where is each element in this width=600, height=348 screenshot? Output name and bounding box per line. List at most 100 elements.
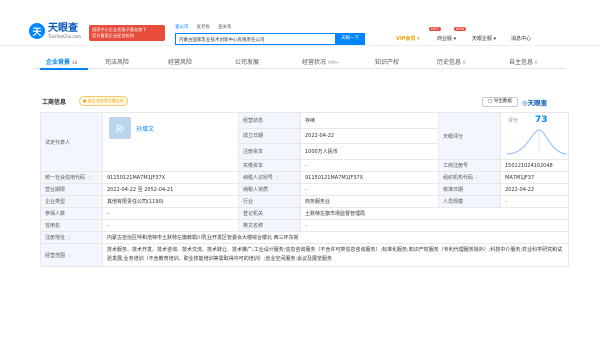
score-curve-icon <box>507 129 567 155</box>
tab-label: 知识产权 <box>375 59 400 66</box>
approval-date-value: 2022-04-22 <box>500 183 569 196</box>
official-badge[interactable]: 国家中小企业发展子基金旗下 官方备案企业征信机构 <box>89 25 165 41</box>
outdated-info-tag[interactable]: ● 该企业信息可能过时 <box>79 96 128 106</box>
tab-label: 公司发展 <box>235 59 260 66</box>
search-tab-relation[interactable]: 查关系 <box>218 24 232 30</box>
legal-rep-label: 法定代表人 <box>40 112 103 172</box>
tab-label: 历史信息 <box>437 59 462 66</box>
est-date-label: 成立日期 <box>238 127 301 145</box>
status-value: 存续 <box>300 112 439 129</box>
term-value: 2022-04-22 至 2052-04-21 <box>102 183 239 196</box>
tab-label: 企业背景 <box>46 59 71 66</box>
staff-value: - <box>500 195 569 208</box>
company-type-value: 其他有限责任公司(1190) <box>102 195 239 208</box>
active-tab-indicator <box>40 68 88 70</box>
score-value: 73 <box>535 115 548 125</box>
logo-mark-icon: 天 <box>29 23 45 39</box>
term-label: 营业期限 <box>40 183 103 196</box>
reg-capital-label: 注册资本 <box>238 143 301 160</box>
section-tabs: 企业背景 16 司法风险 经营风险 公司发展 经营状况 999+ 知识产权 历史信息… <box>34 53 566 69</box>
approval-date-label: 核准日期 <box>438 183 501 196</box>
insured-value: - <box>102 207 239 220</box>
help-icon[interactable]: ⓘ <box>475 175 479 180</box>
help-icon[interactable]: ⓘ <box>67 253 71 258</box>
address-label-text: 注册地址 <box>45 235 66 241</box>
logo-url: TianYanCha.com <box>48 34 81 39</box>
scope-value: 技术服务、技术开发、技术咨询、技术交流、技术转让、技术推广;工业设计服务;信息咨… <box>102 243 569 267</box>
taxpayer-id-value: 91150121MA7M1JF37X <box>300 171 439 184</box>
org-code-label-text: 组织机构代码 <box>443 175 474 181</box>
tab-count: 999+ <box>328 60 340 65</box>
industry-value: 商务服务业 <box>300 195 439 208</box>
tab-operation-status[interactable]: 经营状况 999+ <box>302 57 339 66</box>
tab-label: 司法风险 <box>105 59 130 66</box>
taxpayer-qual-label: 纳税人资质 <box>238 183 301 196</box>
business-info-table: 法定代表人 孙 孙增文 经营状态 存续 天眼评分 评分 73 成立日期 2022… <box>40 112 569 267</box>
scope-label: 经营范围 ⓘ <box>40 243 103 267</box>
tab-self-info[interactable]: 自主信息 6 <box>509 57 538 66</box>
industry-label: 行业 <box>238 195 301 208</box>
tab-history-info[interactable]: 历史信息 8 <box>437 57 466 66</box>
tab-label: 经营风险 <box>168 59 193 66</box>
taxpayer-id-label-text: 纳税人识别号 <box>243 175 274 181</box>
company-type-label: 企业类型 <box>40 195 103 208</box>
help-icon[interactable]: ⓘ <box>275 175 279 180</box>
top-header: 天 天眼查 TianYanCha.com 国家中小企业发展子基金旗下 官方备案企… <box>0 0 600 46</box>
nav-business-edition[interactable]: 商业版 ▾ <box>437 35 456 42</box>
score-title: 评分 <box>508 118 519 124</box>
tab-company-development[interactable]: 公司发展 <box>235 57 259 66</box>
former-name-label: 曾用名 <box>40 219 103 232</box>
authority-label: 登记机关 <box>238 207 301 220</box>
tab-label: 经营状况 <box>302 59 327 66</box>
legal-rep-cell: 孙 孙增文 <box>102 112 239 172</box>
scope-label-text: 经营范围 <box>45 252 66 259</box>
english-name-label: 英文名称 <box>238 219 301 232</box>
taxpayer-id-label: 纳税人识别号 ⓘ <box>238 171 301 184</box>
vip-menu[interactable]: VIP会员 ▾ <box>396 35 420 42</box>
authority-value: 土默特左旗市场监督管理局 <box>300 207 569 220</box>
tab-count: 8 <box>463 60 466 65</box>
tab-judicial-risk[interactable]: 司法风险 <box>105 57 129 66</box>
tab-intellectual-property[interactable]: 知识产权 <box>375 57 399 66</box>
est-date-value: 2022-04-22 <box>300 127 439 145</box>
site-logo[interactable]: 天 天眼查 TianYanCha.com <box>29 23 81 39</box>
legal-rep-name[interactable]: 孙增文 <box>136 124 154 133</box>
official-badge-line2: 官方备案企业征信机构 <box>92 32 134 38</box>
avatar: 孙 <box>109 117 131 139</box>
paid-capital-value: - <box>300 159 439 172</box>
search-type-tabs: 查公司 查老板 查关系 <box>175 24 232 30</box>
nav-message-center[interactable]: 消息中心 <box>511 35 531 42</box>
score-cell: 评分 73 <box>500 112 569 160</box>
status-label: 经营状态 <box>238 112 301 129</box>
credit-code-value: 91150121MA7M1JF37X <box>102 171 239 184</box>
org-code-label: 组织机构代码 ⓘ <box>438 171 501 184</box>
score-label: 天眼评分 <box>438 112 501 160</box>
nav-enterprise-service[interactable]: 天眼企服 ▾ <box>472 35 496 42</box>
export-button[interactable]: □ 导出数据 <box>482 97 518 107</box>
card-title: 工商信息 <box>42 99 67 106</box>
help-icon[interactable]: ⓘ <box>67 235 71 240</box>
help-icon[interactable]: ⓘ <box>87 175 91 180</box>
reg-capital-value: 1000万人民币 <box>300 143 439 160</box>
credit-code-label-text: 统一社会信用代码 <box>45 175 86 181</box>
tab-enterprise-background[interactable]: 企业背景 16 <box>46 57 78 66</box>
staff-label: 人员规模 <box>438 195 501 208</box>
taxpayer-qual-value: - <box>300 183 439 196</box>
tab-label: 自主信息 <box>509 59 534 66</box>
search-button[interactable]: 天眼一下 <box>335 33 365 45</box>
org-code-value: MA7M1JF37 <box>500 171 569 184</box>
search-tab-boss[interactable]: 查老板 <box>197 24 211 30</box>
reg-no-label: 工商注册号 <box>438 159 501 172</box>
vip-hot-badge: HOT <box>429 27 441 31</box>
english-name-value: - <box>300 219 569 232</box>
former-name-value: - <box>102 219 239 232</box>
tab-count: 6 <box>535 60 538 65</box>
credit-code-label: 统一社会信用代码 ⓘ <box>40 171 103 184</box>
logo-name: 天眼查 <box>48 23 78 34</box>
insured-label: 参保人数 <box>40 207 103 220</box>
search-input[interactable]: 内蒙古国家乳业技术创新中心有限责任公司 <box>175 33 335 45</box>
tab-operation-risk[interactable]: 经营风险 <box>168 57 192 66</box>
address-value: 内蒙古自治区呼和浩特市土默特左旗敕勒川乳业开发区管委会大楼综合楼北 西三环东街 <box>102 231 569 244</box>
reg-no-value: 150121024102048 <box>500 159 569 172</box>
search-tab-company[interactable]: 查公司 <box>175 24 189 30</box>
